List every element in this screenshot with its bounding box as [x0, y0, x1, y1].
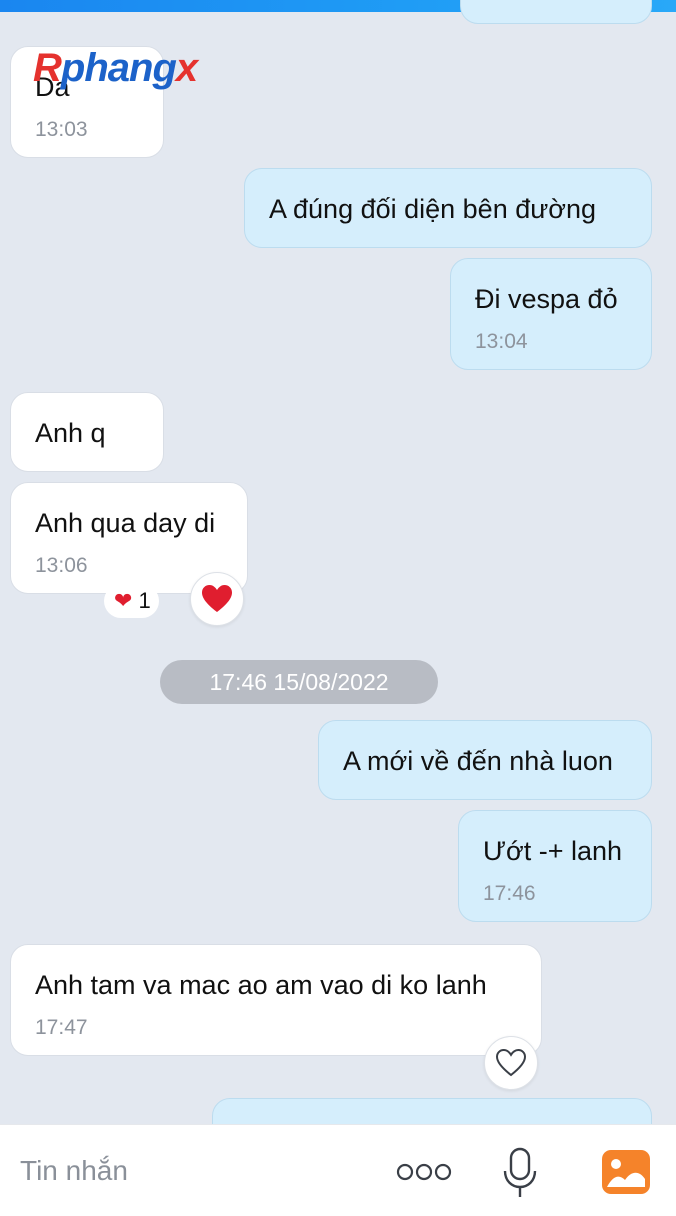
message-text: A mới về đến nhà luon [343, 746, 613, 776]
watermark-logo: Rphangx [33, 46, 198, 90]
heart-filled-icon [202, 585, 232, 612]
message-time: 13:03 [35, 118, 88, 141]
message-bubble-incoming[interactable]: Anh q [10, 392, 164, 472]
message-time: 17:47 [35, 1016, 88, 1039]
message-text: Anh tam va mac ao am vao di ko lanh [35, 970, 487, 1000]
message-bubble-outgoing[interactable]: Ướt -+ lanh 17:46 [458, 810, 652, 922]
message-time: 13:06 [35, 554, 88, 577]
react-heart-button[interactable] [190, 572, 244, 626]
heart-icon: ❤ [114, 588, 133, 613]
react-heart-button[interactable] [484, 1036, 538, 1090]
message-time: 17:46 [483, 882, 536, 905]
message-text: A đúng đối diện bên đường [269, 194, 597, 224]
message-bubble-outgoing[interactable] [460, 0, 652, 24]
date-separator: 17:46 15/08/2022 [160, 660, 438, 704]
message-bubble-outgoing[interactable]: Đi vespa đỏ 13:04 [450, 258, 652, 370]
message-input[interactable]: Tin nhắn [20, 1155, 128, 1187]
more-icon[interactable] [396, 1161, 452, 1188]
message-bubble-outgoing[interactable]: A đúng đối diện bên đường [244, 168, 652, 248]
message-time: 13:04 [475, 330, 528, 353]
message-text: Đi vespa đỏ [475, 284, 618, 314]
message-text: Anh qua day di [35, 508, 216, 538]
message-bubble-outgoing[interactable]: A mới về đến nhà luon [318, 720, 652, 800]
message-composer: Tin nhắn [0, 1124, 676, 1216]
reaction-summary[interactable]: ❤ 1 [104, 584, 159, 618]
message-bubble-incoming[interactable]: Anh tam va mac ao am vao di ko lanh 17:4… [10, 944, 542, 1056]
image-icon[interactable] [601, 1149, 651, 1200]
message-text: Ướt -+ lanh [483, 836, 623, 866]
reaction-count: 1 [138, 588, 151, 613]
message-text: Anh q [35, 418, 106, 448]
heart-outline-icon [495, 1048, 527, 1077]
microphone-icon[interactable] [502, 1147, 538, 1204]
